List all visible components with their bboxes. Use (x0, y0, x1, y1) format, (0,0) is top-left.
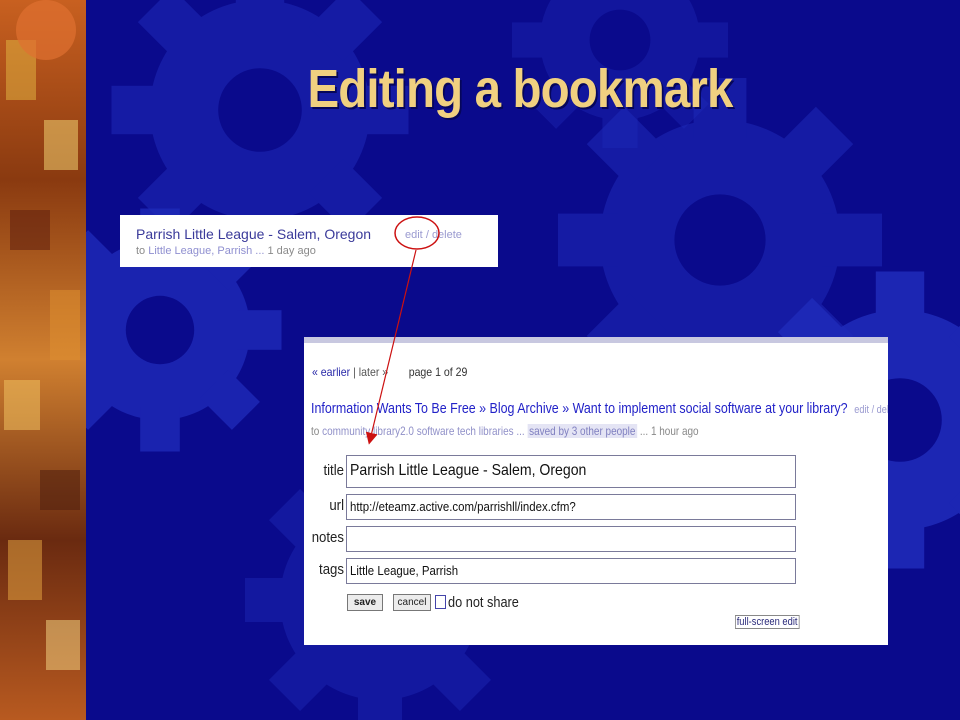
bookmark-meta: to Little League, Parrish ... 1 day ago (136, 245, 316, 257)
url-label: url (329, 497, 344, 514)
blog-tags-prefix: to (311, 424, 320, 438)
bookmark-tags-link[interactable]: Little League, Parrish ... (148, 245, 264, 257)
full-screen-edit-link[interactable]: full-screen edit (735, 615, 800, 629)
save-button[interactable]: save (347, 594, 383, 611)
notes-label: notes (311, 529, 344, 546)
edit-bookmark-screenshot: « earlier | later » page 1 of 29 Informa… (304, 337, 888, 645)
bookmark-actions: edit / delete (405, 229, 462, 241)
title-field[interactable]: Parrish Little League - Salem, Oregon (346, 455, 796, 488)
cancel-button[interactable]: cancel (393, 594, 431, 611)
tags-field[interactable]: Little League, Parrish (346, 558, 796, 584)
tags-field-value: Little League, Parrish (350, 563, 459, 578)
delete-link[interactable]: delete (432, 229, 462, 241)
bookmark-title-link[interactable]: Parrish Little League - Salem, Oregon (136, 226, 371, 242)
blog-age: ... 1 hour ago (639, 424, 699, 438)
tags-label: tags (319, 561, 344, 578)
blog-item-meta: to community library2.0 software tech li… (311, 424, 699, 438)
url-field-value: http://eteamz.active.com/parrishll/index… (350, 499, 576, 514)
do-not-share-checkbox[interactable] (435, 595, 446, 609)
tags-prefix: to (136, 245, 146, 257)
blog-title-link[interactable]: Information Wants To Be Free » Blog Arch… (311, 400, 848, 417)
notes-field[interactable] (346, 526, 796, 552)
url-field[interactable]: http://eteamz.active.com/parrishll/index… (346, 494, 796, 520)
blog-tags-link[interactable]: community library2.0 software tech libra… (322, 424, 525, 438)
later-link[interactable]: later » (359, 365, 388, 379)
blog-item-title: Information Wants To Be Free » Blog Arch… (311, 400, 888, 417)
blog-edit-link[interactable]: edit (854, 404, 869, 416)
title-label: title (323, 462, 344, 479)
title-field-value: Parrish Little League - Salem, Oregon (350, 462, 587, 479)
bookmark-age: 1 day ago (267, 245, 316, 257)
earlier-link[interactable]: « earlier (312, 365, 350, 379)
saved-by-link[interactable]: saved by 3 other people (527, 424, 638, 438)
bookmark-item-screenshot: Parrish Little League - Salem, Oregon ed… (120, 215, 498, 267)
edit-link[interactable]: edit (405, 229, 423, 241)
slide-title: Editing a bookmark (307, 59, 733, 119)
top-border (304, 337, 888, 343)
do-not-share-label: do not share (448, 594, 519, 611)
page-indicator: page 1 of 29 (408, 365, 468, 379)
nav-separator: | (353, 365, 356, 379)
blog-delete-link[interactable]: delete (877, 404, 888, 416)
action-separator: / (425, 229, 429, 241)
blog-action-separator: / (871, 404, 875, 416)
pagination-nav: « earlier | later » page 1 of 29 (312, 365, 467, 379)
